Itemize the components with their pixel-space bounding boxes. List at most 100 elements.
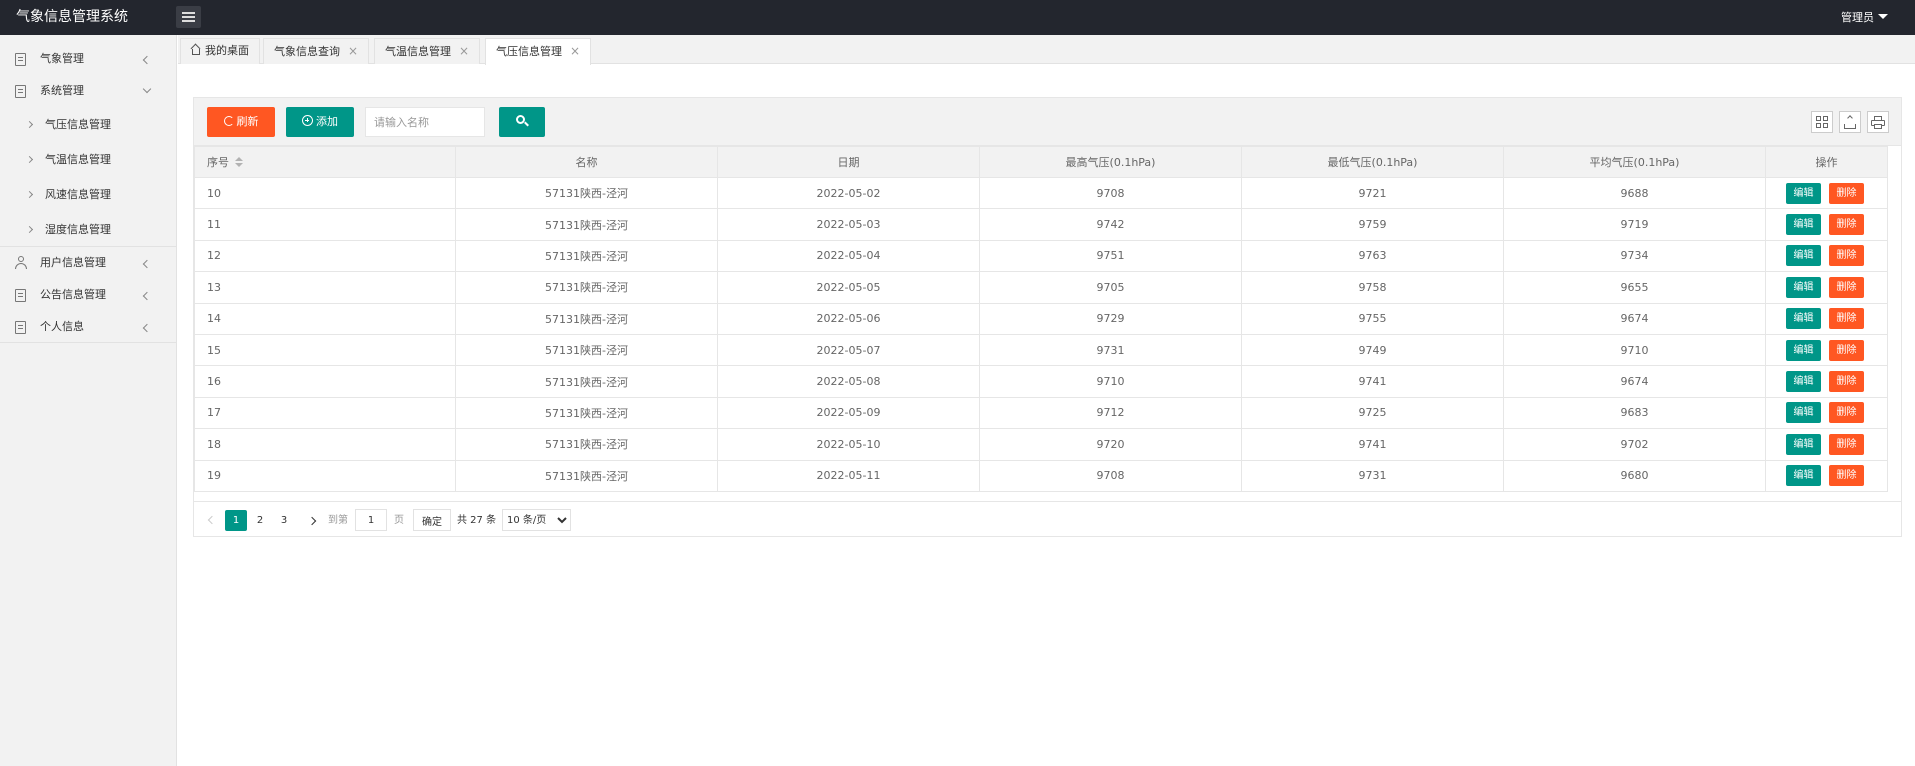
prev-page-button[interactable] <box>202 510 222 531</box>
page-unit-label: 页 <box>394 515 404 526</box>
edit-button[interactable]: 编辑 <box>1786 339 1821 361</box>
sidebar-subitem-pressure[interactable]: 气压信息管理 <box>0 107 176 142</box>
header-label: 序号 <box>207 156 229 169</box>
cell-max-pressure: 9742 <box>979 208 1242 241</box>
cell-max-pressure: 9705 <box>979 271 1242 304</box>
delete-button[interactable]: 删除 <box>1829 245 1864 267</box>
cell-actions: 编辑 删除 <box>1765 396 1888 430</box>
cell-max-pressure: 9712 <box>979 396 1242 430</box>
sidebar-subitem-label: 湿度信息管理 <box>45 223 111 236</box>
delete-button[interactable]: 删除 <box>1829 276 1864 298</box>
delete-button[interactable]: 删除 <box>1829 465 1864 487</box>
chevron-right-icon <box>307 516 317 526</box>
refresh-icon <box>223 116 234 126</box>
chevron-left-icon <box>142 55 152 65</box>
delete-button[interactable]: 删除 <box>1829 182 1864 204</box>
goto-page-input[interactable] <box>355 509 387 531</box>
delete-button[interactable]: 删除 <box>1829 371 1864 393</box>
column-header-id[interactable]: 序号 <box>194 146 456 178</box>
cell-actions: 编辑 删除 <box>1765 176 1888 210</box>
page-button-3[interactable]: 3 <box>273 510 295 531</box>
next-page-button[interactable] <box>302 510 322 531</box>
print-icon[interactable] <box>1867 111 1889 133</box>
delete-button[interactable]: 删除 <box>1829 214 1864 236</box>
sort-icon[interactable] <box>235 157 243 167</box>
edit-button[interactable]: 编辑 <box>1786 402 1821 424</box>
close-icon[interactable]: × <box>348 44 358 58</box>
page-button-1[interactable]: 1 <box>225 510 247 531</box>
cell-id: 13 <box>194 271 456 304</box>
columns-filter-icon[interactable] <box>1811 111 1833 133</box>
table-row: 18 57131陕西-泾河 2022-05-10 9720 9741 9702 编辑 删除 <box>194 428 1888 461</box>
cell-name: 57131陕西-泾河 <box>455 365 718 398</box>
goto-confirm-button[interactable]: 确定 <box>413 509 451 531</box>
document-icon <box>15 53 26 66</box>
edit-button[interactable]: 编辑 <box>1786 276 1821 298</box>
column-header-name: 名称 <box>455 146 718 178</box>
delete-button[interactable]: 删除 <box>1829 433 1864 455</box>
sidebar-subitem-wind[interactable]: 风速信息管理 <box>0 177 176 212</box>
cell-name: 57131陕西-泾河 <box>455 333 718 367</box>
cell-max-pressure: 9708 <box>979 459 1242 492</box>
search-icon <box>516 115 529 127</box>
chevron-right-icon <box>25 225 34 234</box>
cell-actions: 编辑 删除 <box>1765 302 1888 335</box>
edit-button[interactable]: 编辑 <box>1786 465 1821 487</box>
tab-weather-query[interactable]: 气象信息查询 × <box>263 38 370 64</box>
cell-min-pressure: 9741 <box>1241 428 1504 461</box>
edit-button[interactable]: 编辑 <box>1786 182 1821 204</box>
sidebar-subitem-temperature[interactable]: 气温信息管理 <box>0 142 176 177</box>
sidebar-item-system[interactable]: 系统管理 <box>0 75 176 107</box>
sidebar-subitem-humidity[interactable]: 湿度信息管理 <box>0 212 176 247</box>
edit-button[interactable]: 编辑 <box>1786 433 1821 455</box>
sidebar-item-announcements[interactable]: 公告信息管理 <box>0 279 176 311</box>
home-icon <box>190 43 201 55</box>
edit-button[interactable]: 编辑 <box>1786 245 1821 267</box>
delete-button[interactable]: 删除 <box>1829 402 1864 424</box>
chevron-right-icon <box>25 120 34 129</box>
edit-button[interactable]: 编辑 <box>1786 308 1821 330</box>
table-body: 10 57131陕西-泾河 2022-05-02 9708 9721 9688 编辑 删除 11… <box>194 176 1888 492</box>
delete-button[interactable]: 删除 <box>1829 339 1864 361</box>
menu-toggle-button[interactable] <box>176 6 201 28</box>
sidebar-item-weather[interactable]: 气象管理 <box>0 43 176 75</box>
sidebar: 气象管理 系统管理 气压信息管理 气温信息管理 风速信息管理 湿度信息管理 用户… <box>0 35 177 766</box>
sidebar-item-profile[interactable]: 个人信息 <box>0 311 176 343</box>
sidebar-item-users[interactable]: 用户信息管理 <box>0 247 176 279</box>
app-title: 气象信息管理系统 <box>16 9 128 25</box>
edit-button[interactable]: 编辑 <box>1786 371 1821 393</box>
cell-min-pressure: 9721 <box>1241 176 1504 210</box>
tab-temperature[interactable]: 气温信息管理 × <box>374 38 481 64</box>
close-icon[interactable]: × <box>459 44 469 58</box>
tab-pressure[interactable]: 气压信息管理 × <box>485 38 592 65</box>
chevron-left-icon <box>207 515 217 525</box>
plus-circle-icon <box>302 115 313 126</box>
chevron-right-icon <box>25 155 34 164</box>
column-header-date: 日期 <box>717 146 980 178</box>
cell-name: 57131陕西-泾河 <box>455 396 718 430</box>
cell-id: 10 <box>194 176 456 210</box>
delete-button[interactable]: 删除 <box>1829 308 1864 330</box>
page-button-2[interactable]: 2 <box>249 510 271 531</box>
refresh-label: 刷新 <box>236 115 259 128</box>
edit-button[interactable]: 编辑 <box>1786 214 1821 236</box>
search-input[interactable] <box>365 107 485 137</box>
add-button[interactable]: 添加 <box>286 107 354 137</box>
cell-min-pressure: 9749 <box>1241 333 1504 367</box>
user-menu[interactable]: 管理员 <box>1841 0 1888 35</box>
page-size-select[interactable]: 10 条/页 <box>502 509 571 531</box>
tab-desktop[interactable]: 我的桌面 <box>180 38 260 64</box>
chevron-down-icon <box>142 84 152 94</box>
cell-min-pressure: 9725 <box>1241 396 1504 430</box>
cell-min-pressure: 9755 <box>1241 302 1504 335</box>
cell-id: 17 <box>194 396 456 430</box>
refresh-button[interactable]: 刷新 <box>207 107 275 137</box>
cell-date: 2022-05-11 <box>717 459 980 492</box>
search-button[interactable] <box>499 107 545 137</box>
export-icon[interactable] <box>1839 111 1861 133</box>
close-icon[interactable]: × <box>570 44 580 58</box>
cell-name: 57131陕西-泾河 <box>455 428 718 461</box>
sidebar-subitem-label: 气温信息管理 <box>45 153 111 166</box>
column-header-max: 最高气压(0.1hPa) <box>979 146 1242 178</box>
cell-date: 2022-05-03 <box>717 208 980 241</box>
